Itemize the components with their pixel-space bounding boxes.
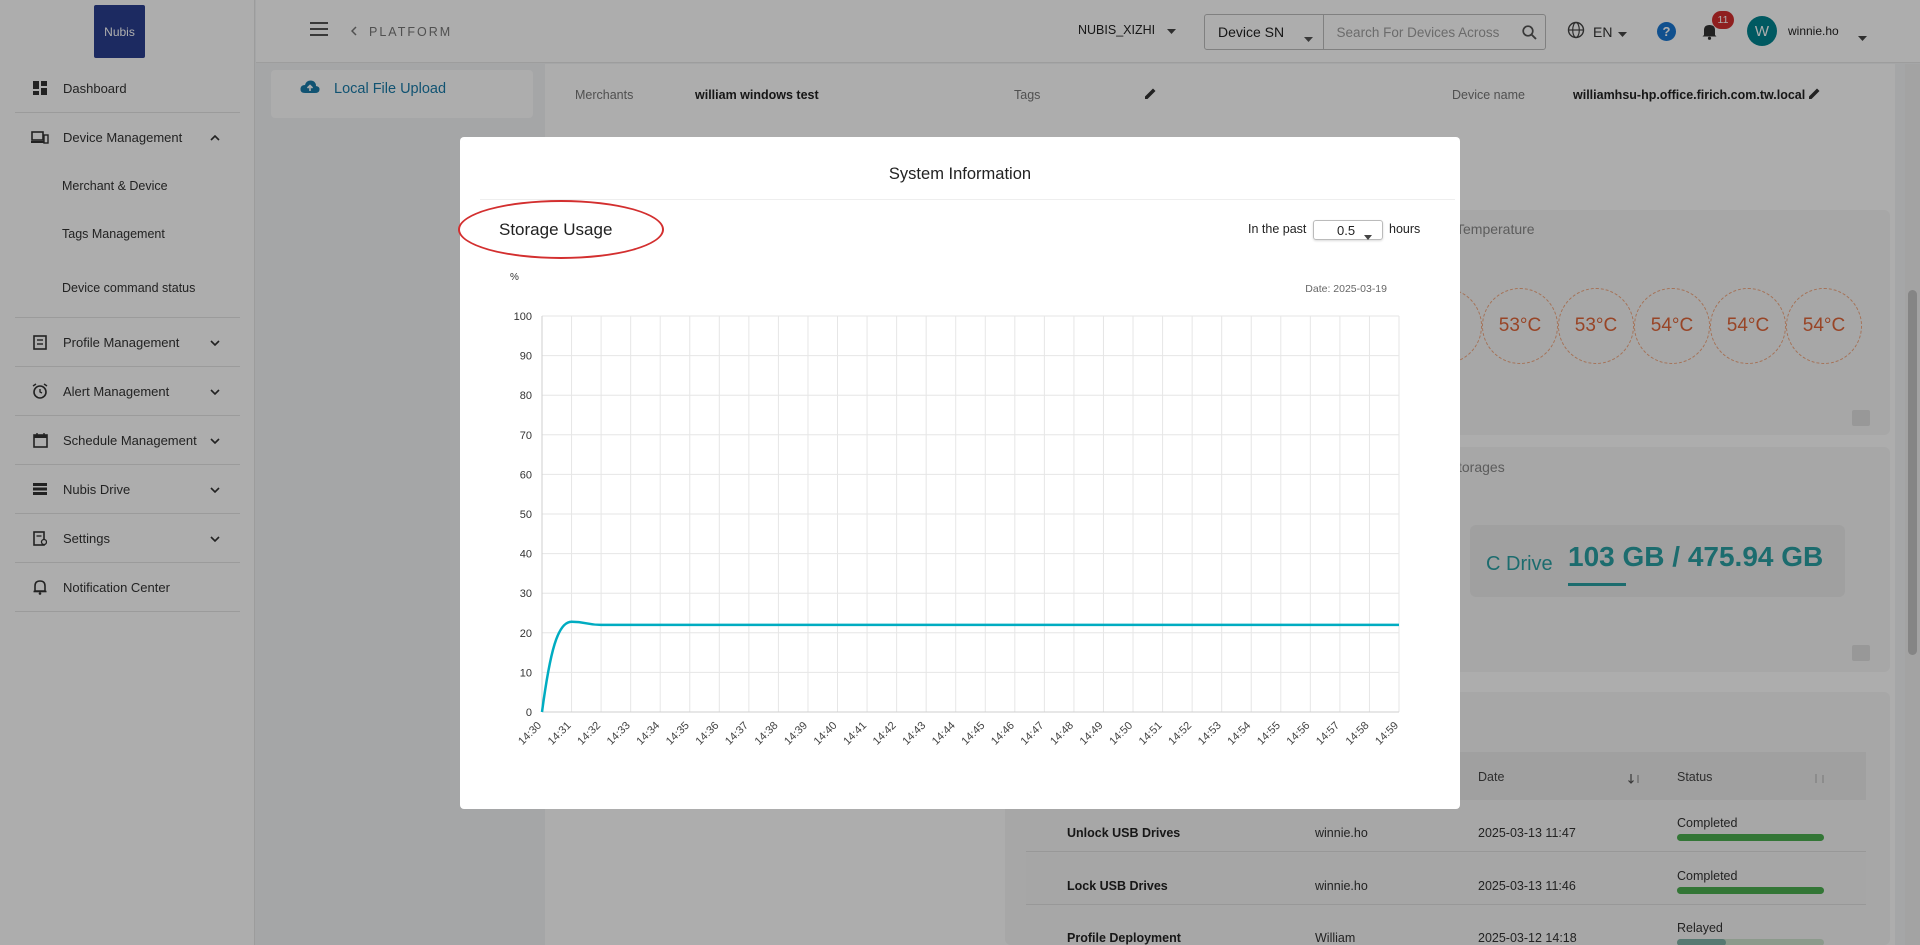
y-tick-label: 0 (526, 707, 532, 719)
x-tick-label: 14:41 (841, 720, 869, 748)
y-axis-unit-label: % (510, 272, 519, 283)
x-tick-label: 14:37 (723, 720, 751, 748)
y-tick-label: 80 (520, 390, 532, 402)
y-tick-label: 40 (520, 549, 532, 561)
x-tick-label: 14:46 (989, 720, 1017, 748)
storage-usage-chart: 010203040506070809010014:30 14:31 14:32 14:… (510, 272, 1401, 748)
x-tick-label: 14:31 (546, 720, 574, 748)
x-tick-label: 14:49 (1078, 720, 1106, 748)
x-tick-label: 14:56 (1285, 720, 1313, 748)
x-tick-label: 14:40 (812, 720, 840, 748)
x-tick-label: 14:58 (1344, 720, 1372, 748)
x-tick-label: 14:39 (782, 720, 810, 748)
x-tick-label: 14:50 (1107, 720, 1135, 748)
x-tick-label: 14:59 (1373, 720, 1401, 748)
x-tick-label: 14:35 (664, 720, 692, 748)
x-tick-label: 14:55 (1255, 720, 1283, 748)
system-information-dialog: System Information Storage Usage In the … (458, 137, 1460, 809)
x-tick-label: 14:43 (900, 720, 928, 748)
x-tick-label: 14:38 (753, 720, 781, 748)
y-tick-label: 90 (520, 351, 532, 363)
x-tick-label: 14:30 (516, 720, 544, 748)
x-tick-label: 14:52 (1166, 720, 1194, 748)
x-tick-label: 14:34 (634, 720, 662, 748)
series-line (540, 620, 1399, 713)
x-tick-label: 14:54 (1225, 720, 1253, 748)
y-tick-label: 70 (520, 430, 532, 442)
x-tick-label: 14:33 (605, 720, 633, 748)
y-tick-label: 10 (520, 667, 532, 679)
x-tick-label: 14:32 (575, 720, 603, 748)
y-tick-label: 60 (520, 469, 532, 481)
x-tick-label: 14:36 (693, 720, 721, 748)
y-tick-label: 20 (520, 628, 532, 640)
x-tick-label: 14:42 (871, 720, 899, 748)
chart-date-label: Date: 2025-03-19 (1305, 283, 1387, 295)
x-tick-label: 14:48 (1048, 720, 1076, 748)
y-tick-label: 100 (514, 311, 532, 323)
x-tick-label: 14:57 (1314, 720, 1342, 748)
x-tick-label: 14:44 (930, 720, 958, 748)
y-tick-label: 30 (520, 588, 532, 600)
x-tick-label: 14:51 (1137, 720, 1165, 748)
x-tick-label: 14:45 (959, 720, 987, 748)
y-tick-label: 50 (520, 509, 532, 521)
x-tick-label: 14:47 (1019, 720, 1047, 748)
x-tick-label: 14:53 (1196, 720, 1224, 748)
